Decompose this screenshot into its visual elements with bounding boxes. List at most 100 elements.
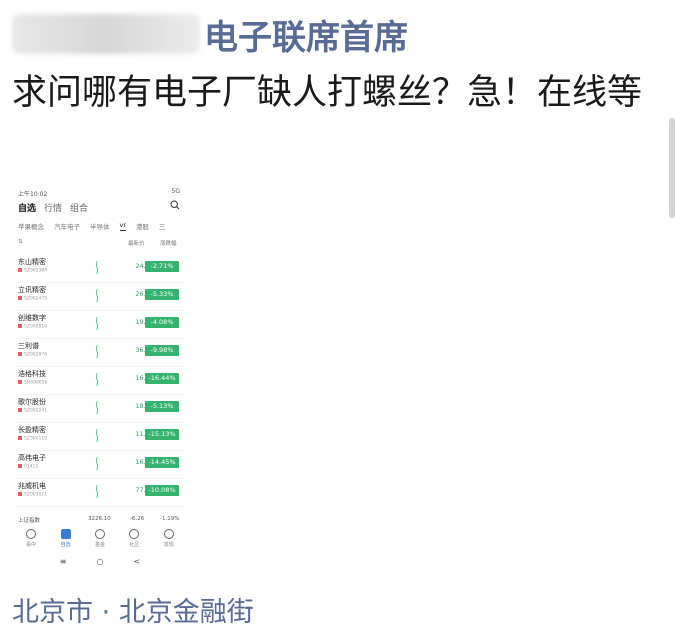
stock-change-badge: -10.08% <box>145 485 179 496</box>
blurred-username <box>12 14 200 54</box>
sparkline-icon <box>96 344 98 359</box>
nav-item[interactable]: 社区 <box>121 529 147 551</box>
nav-label: 社区 <box>129 542 140 548</box>
nav-item[interactable]: 看中 <box>18 529 44 551</box>
chip-item[interactable]: 半导体 <box>90 221 110 231</box>
home-button-icon[interactable]: ○ <box>97 557 104 566</box>
stock-row[interactable]: 浩格科技SH68865616.26-16.44% <box>14 367 186 395</box>
stock-code: SZ002876 <box>18 352 47 358</box>
menu-icon[interactable]: ≡ <box>60 557 67 566</box>
stock-change-badge: -15.13% <box>145 429 179 440</box>
sort-icon[interactable]: ⇅ <box>18 239 23 245</box>
sparkline-icon <box>96 484 98 499</box>
nav-label: 基金 <box>94 542 105 548</box>
stock-change-badge: -5.13% <box>145 401 179 412</box>
index-pct: -1.19% <box>160 516 180 522</box>
market-badge-icon <box>18 352 22 356</box>
stock-change-badge: -5.33% <box>145 289 179 300</box>
stock-row[interactable]: 三利谱SZ00287636.62-9.98% <box>14 339 186 367</box>
stock-row[interactable]: 创维数字SZ00081019.51-4.08% <box>14 311 186 339</box>
stock-change-badge: -16.44% <box>145 373 179 384</box>
stock-row[interactable]: 东山精密SZ00238424.76-2.71% <box>14 255 186 283</box>
stock-name: 长盈精密 <box>18 426 46 434</box>
stock-name: 歌尔股份 <box>18 398 46 406</box>
sort-change[interactable]: 涨跌幅 <box>160 239 177 247</box>
stock-name: 三利谱 <box>18 342 39 350</box>
post-header: 电子联席首席 <box>12 10 408 58</box>
stock-name: 兆威机电 <box>18 482 46 490</box>
stock-change-badge: -9.98% <box>145 345 179 356</box>
home-icon <box>60 529 71 539</box>
scrollbar[interactable] <box>669 118 675 218</box>
chip-item[interactable]: 苹果概念 <box>18 221 44 231</box>
search-icon[interactable] <box>170 200 180 210</box>
author-name[interactable]: 电子联席首席 <box>204 10 408 59</box>
stock-name: 浩格科技 <box>18 370 46 378</box>
stock-code: SZ002475 <box>18 296 47 302</box>
stock-name: 创维数字 <box>18 314 46 322</box>
sort-latest-price[interactable]: 最新价 <box>128 239 145 247</box>
chart-icon <box>94 529 105 539</box>
market-badge-icon <box>18 324 22 328</box>
location-link[interactable]: 北京市 · 北京金融街 <box>12 590 254 629</box>
sparkline-icon <box>96 428 98 443</box>
nav-label: 看中 <box>26 542 37 548</box>
attached-image[interactable]: 上午10:02 5G 自选 行情 组合 苹果概念 汽车电子 半导体 vr 港股 … <box>14 185 186 577</box>
nav-item[interactable]: 自选 <box>53 529 79 551</box>
market-badge-icon <box>18 296 22 300</box>
chip-item[interactable]: vr <box>119 221 127 231</box>
index-name: 上证指数 <box>18 518 41 524</box>
nav-icon <box>26 529 37 539</box>
stock-name: 东山精密 <box>18 258 46 266</box>
stock-change-badge: -14.45% <box>145 457 179 468</box>
nav-item[interactable]: 基金 <box>87 529 113 551</box>
nav-label: 发现 <box>163 542 174 548</box>
sparkline-icon <box>96 260 98 275</box>
index-change: -6.26 <box>130 516 145 522</box>
stock-row[interactable]: 立讯精密SZ00247526.84-5.33% <box>14 283 186 311</box>
top-tabs: 自选 行情 组合 <box>18 201 88 214</box>
sparkline-icon <box>96 400 98 415</box>
heart-icon <box>129 529 140 539</box>
stock-row[interactable]: 歌尔股份SZ00224118.29-5.13% <box>14 395 186 423</box>
nav-label: 自选 <box>60 542 71 548</box>
discover-icon <box>163 529 174 539</box>
stock-row[interactable]: 高伟电子0141516.08-14.45% <box>14 451 186 479</box>
sparkline-icon <box>96 372 98 387</box>
index-value: 3226.10 <box>88 516 111 522</box>
stock-name: 立讯精密 <box>18 286 46 294</box>
stock-code: SZ003021 <box>18 492 47 498</box>
sparkline-icon <box>96 288 98 303</box>
stock-code: SH688656 <box>18 380 47 386</box>
stock-change-badge: -4.08% <box>145 317 179 328</box>
group-chips: 苹果概念 汽车电子 半导体 vr 港股 三 <box>18 221 166 231</box>
chip-item[interactable]: 港股 <box>136 221 149 231</box>
back-icon[interactable]: < <box>133 557 140 566</box>
tab-market[interactable]: 行情 <box>44 201 62 214</box>
sparkline-icon <box>96 316 98 331</box>
market-badge-icon <box>18 464 22 468</box>
status-time: 上午10:02 <box>18 191 48 198</box>
stock-name: 高伟电子 <box>18 454 46 462</box>
sparkline-icon <box>96 456 98 471</box>
status-icons: 5G <box>171 188 180 195</box>
market-badge-icon <box>18 408 22 412</box>
tab-portfolio[interactable]: 组合 <box>70 201 88 214</box>
stock-code: 01415 <box>18 464 38 470</box>
stock-code: SZ300115 <box>18 436 47 442</box>
market-badge-icon <box>18 380 22 384</box>
stock-row[interactable]: 兆威机电SZ00302177.49-10.08% <box>14 479 186 507</box>
market-badge-icon <box>18 268 22 272</box>
market-badge-icon <box>18 492 22 496</box>
chip-menu-icon[interactable]: 三 <box>159 221 166 231</box>
bottom-nav: 看中 自选 基金 社区 发现 <box>14 529 186 551</box>
stock-row[interactable]: 长盈精密SZ30011511.89-15.13% <box>14 423 186 451</box>
nav-item[interactable]: 发现 <box>156 529 182 551</box>
stock-code: SZ002241 <box>18 408 47 414</box>
stock-code: SZ002384 <box>18 268 47 274</box>
chip-item[interactable]: 汽车电子 <box>54 221 80 231</box>
tab-watchlist[interactable]: 自选 <box>18 201 36 214</box>
post-text: 求问哪有电子厂缺人打螺丝？急！在线等 <box>12 73 643 113</box>
market-badge-icon <box>18 436 22 440</box>
stock-list: 东山精密SZ00238424.76-2.71%立讯精密SZ00247526.84… <box>14 255 186 507</box>
